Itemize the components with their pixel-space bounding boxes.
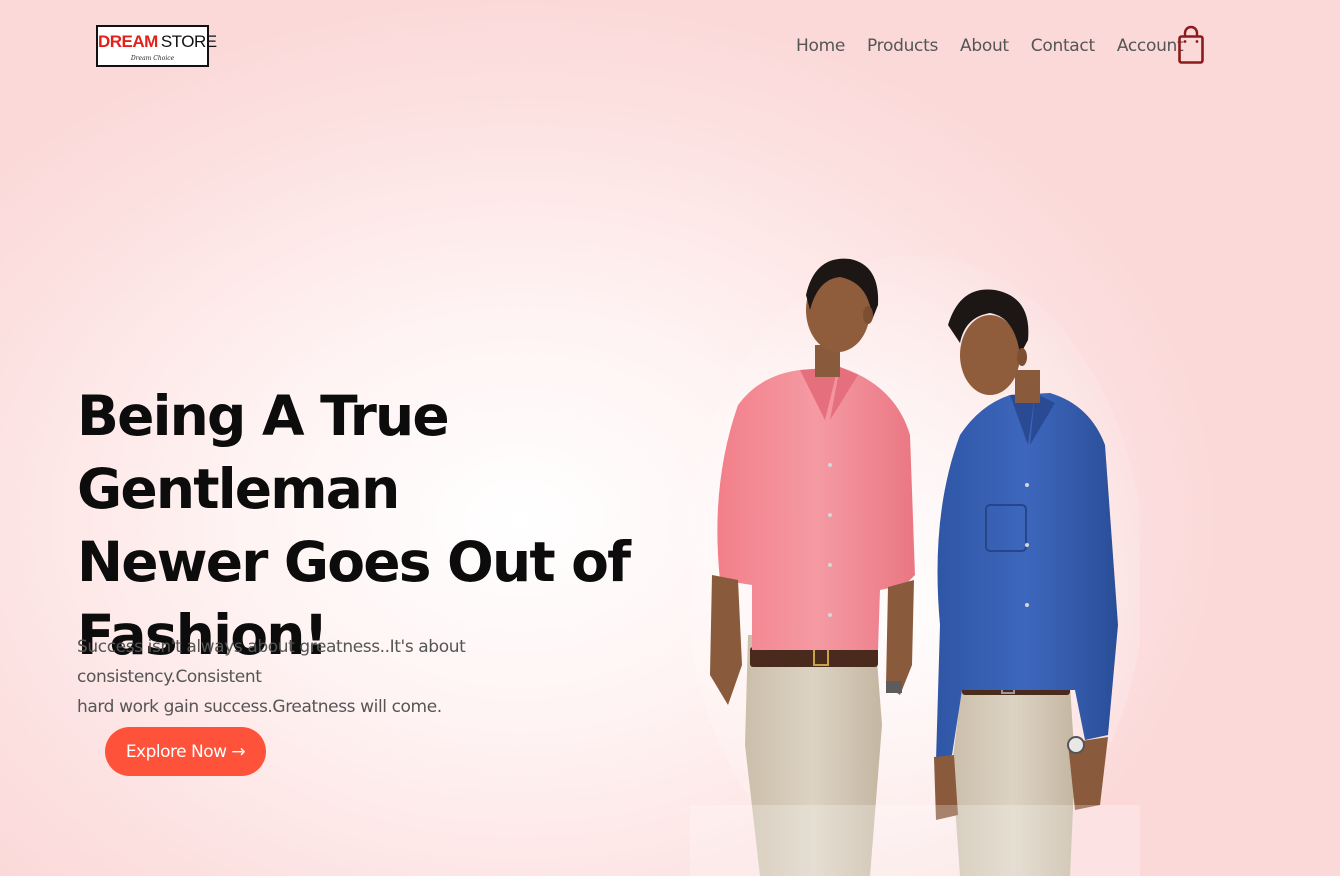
headline-line: Newer Goes Out of — [77, 530, 631, 594]
two-men-illustration — [685, 255, 1145, 876]
hero-subtext: Success isn't always about greatness..It… — [77, 632, 637, 722]
explore-now-button[interactable]: Explore Now → — [105, 727, 266, 776]
shopping-bag-icon-graphic — [1178, 25, 1204, 64]
subtext-line: hard work gain success.Greatness will co… — [77, 697, 442, 717]
headline-line: Being A True Gentleman — [77, 384, 450, 521]
nav-contact[interactable]: Contact — [1031, 36, 1095, 56]
nav-account[interactable]: Account — [1117, 36, 1184, 56]
logo-dream-text: DREAM — [98, 32, 158, 51]
nav-about[interactable]: About — [960, 36, 1009, 56]
brand-logo[interactable]: DREAM STORE Dream Choice — [96, 25, 217, 67]
nav-home[interactable]: Home — [796, 36, 845, 56]
logo-wordmark: DREAM STORE — [98, 32, 217, 52]
hero-headline: Being A True Gentleman Newer Goes Out of… — [77, 380, 697, 672]
logo-tagline: Dream Choice — [130, 55, 175, 62]
logo-store-text: STORE — [160, 32, 217, 51]
shopping-bag-icon[interactable] — [1177, 25, 1205, 65]
nav-products[interactable]: Products — [867, 36, 938, 56]
subtext-line: Success isn't always about greatness..It… — [77, 637, 466, 687]
main-nav: Home Products About Contact Account — [785, 36, 1194, 56]
hero-photo-two-men — [685, 245, 1145, 876]
